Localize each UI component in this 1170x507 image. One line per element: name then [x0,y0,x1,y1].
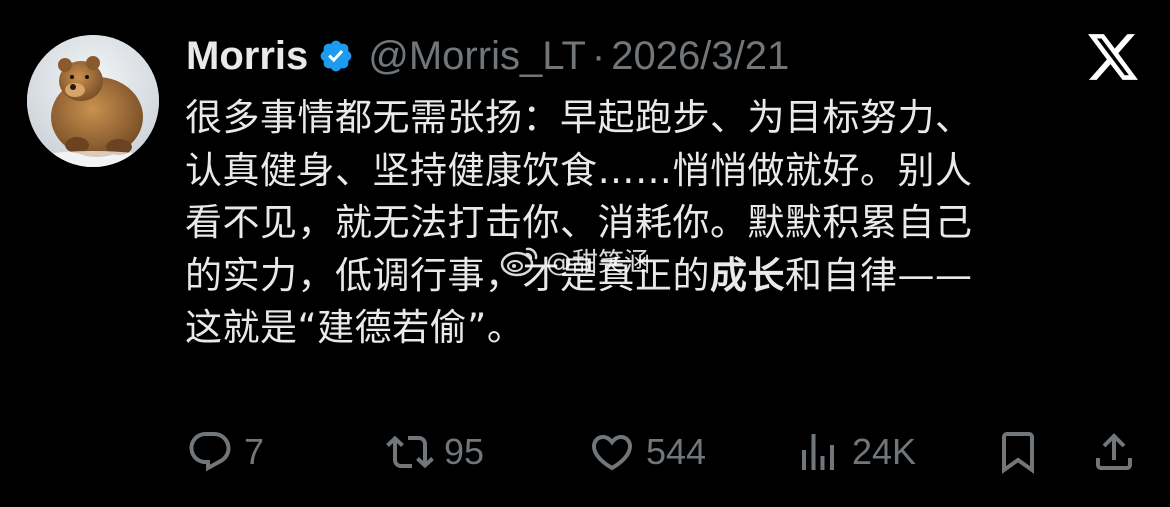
bookmark-icon [1002,432,1034,474]
author-handle[interactable]: @Morris_LT [368,34,586,79]
retweet-button[interactable]: 95 [386,428,484,476]
tweet-text-segment: 和自律—— [785,253,973,297]
weibo-icon [500,247,538,277]
separator-dot: · [591,33,606,78]
like-count: 544 [646,431,707,472]
avatar[interactable] [27,35,159,167]
tweet-bold-text: 成长 [710,253,785,297]
tweet-line: 这就是“建德若偷”。 [185,306,525,349]
share-icon [1096,433,1132,470]
like-button[interactable]: 544 [588,428,706,476]
reply-icon [189,432,231,472]
tweet-header: Morris @Morris_LT · 2026/3/21 [186,30,789,82]
tweet-actions: 7 95 544 24K [186,424,1136,480]
bear-avatar-icon [27,35,159,167]
author-name[interactable]: Morris [186,34,308,79]
reply-button[interactable]: 7 [186,428,264,476]
retweet-icon [386,435,434,469]
heart-icon [591,435,633,471]
watermark-text: @甜笑涵 [546,247,651,278]
retweet-count: 95 [444,431,485,472]
bookmark-button[interactable] [994,428,1042,476]
watermark: @甜笑涵 [500,240,650,280]
tweet-date[interactable]: 2026/3/21 [611,34,789,79]
tweet-line: 认真健身、坚持健康饮食……悄悄做就好。别人 [185,148,973,192]
tweet-line: 的实力，低调行事，才是真正的成长和自律—— [185,250,1145,303]
tweet-line: 很多事情都无需张扬：早起跑步、为目标努力、 [185,96,973,139]
views-icon [802,434,834,470]
reply-count: 7 [244,431,265,472]
verified-badge-icon [320,40,352,72]
share-button[interactable] [1090,428,1138,476]
views-button[interactable]: 24K [794,428,916,476]
views-count: 24K [852,431,917,472]
tweet-text: 很多事情都无需张扬：早起跑步、为目标努力、 认真健身、坚持健康饮食……悄悄做就好… [185,92,1145,355]
tweet-line: 看不见，就无法打击你、消耗你。默默积累自己 [185,201,973,244]
x-logo-icon[interactable] [1088,34,1138,80]
